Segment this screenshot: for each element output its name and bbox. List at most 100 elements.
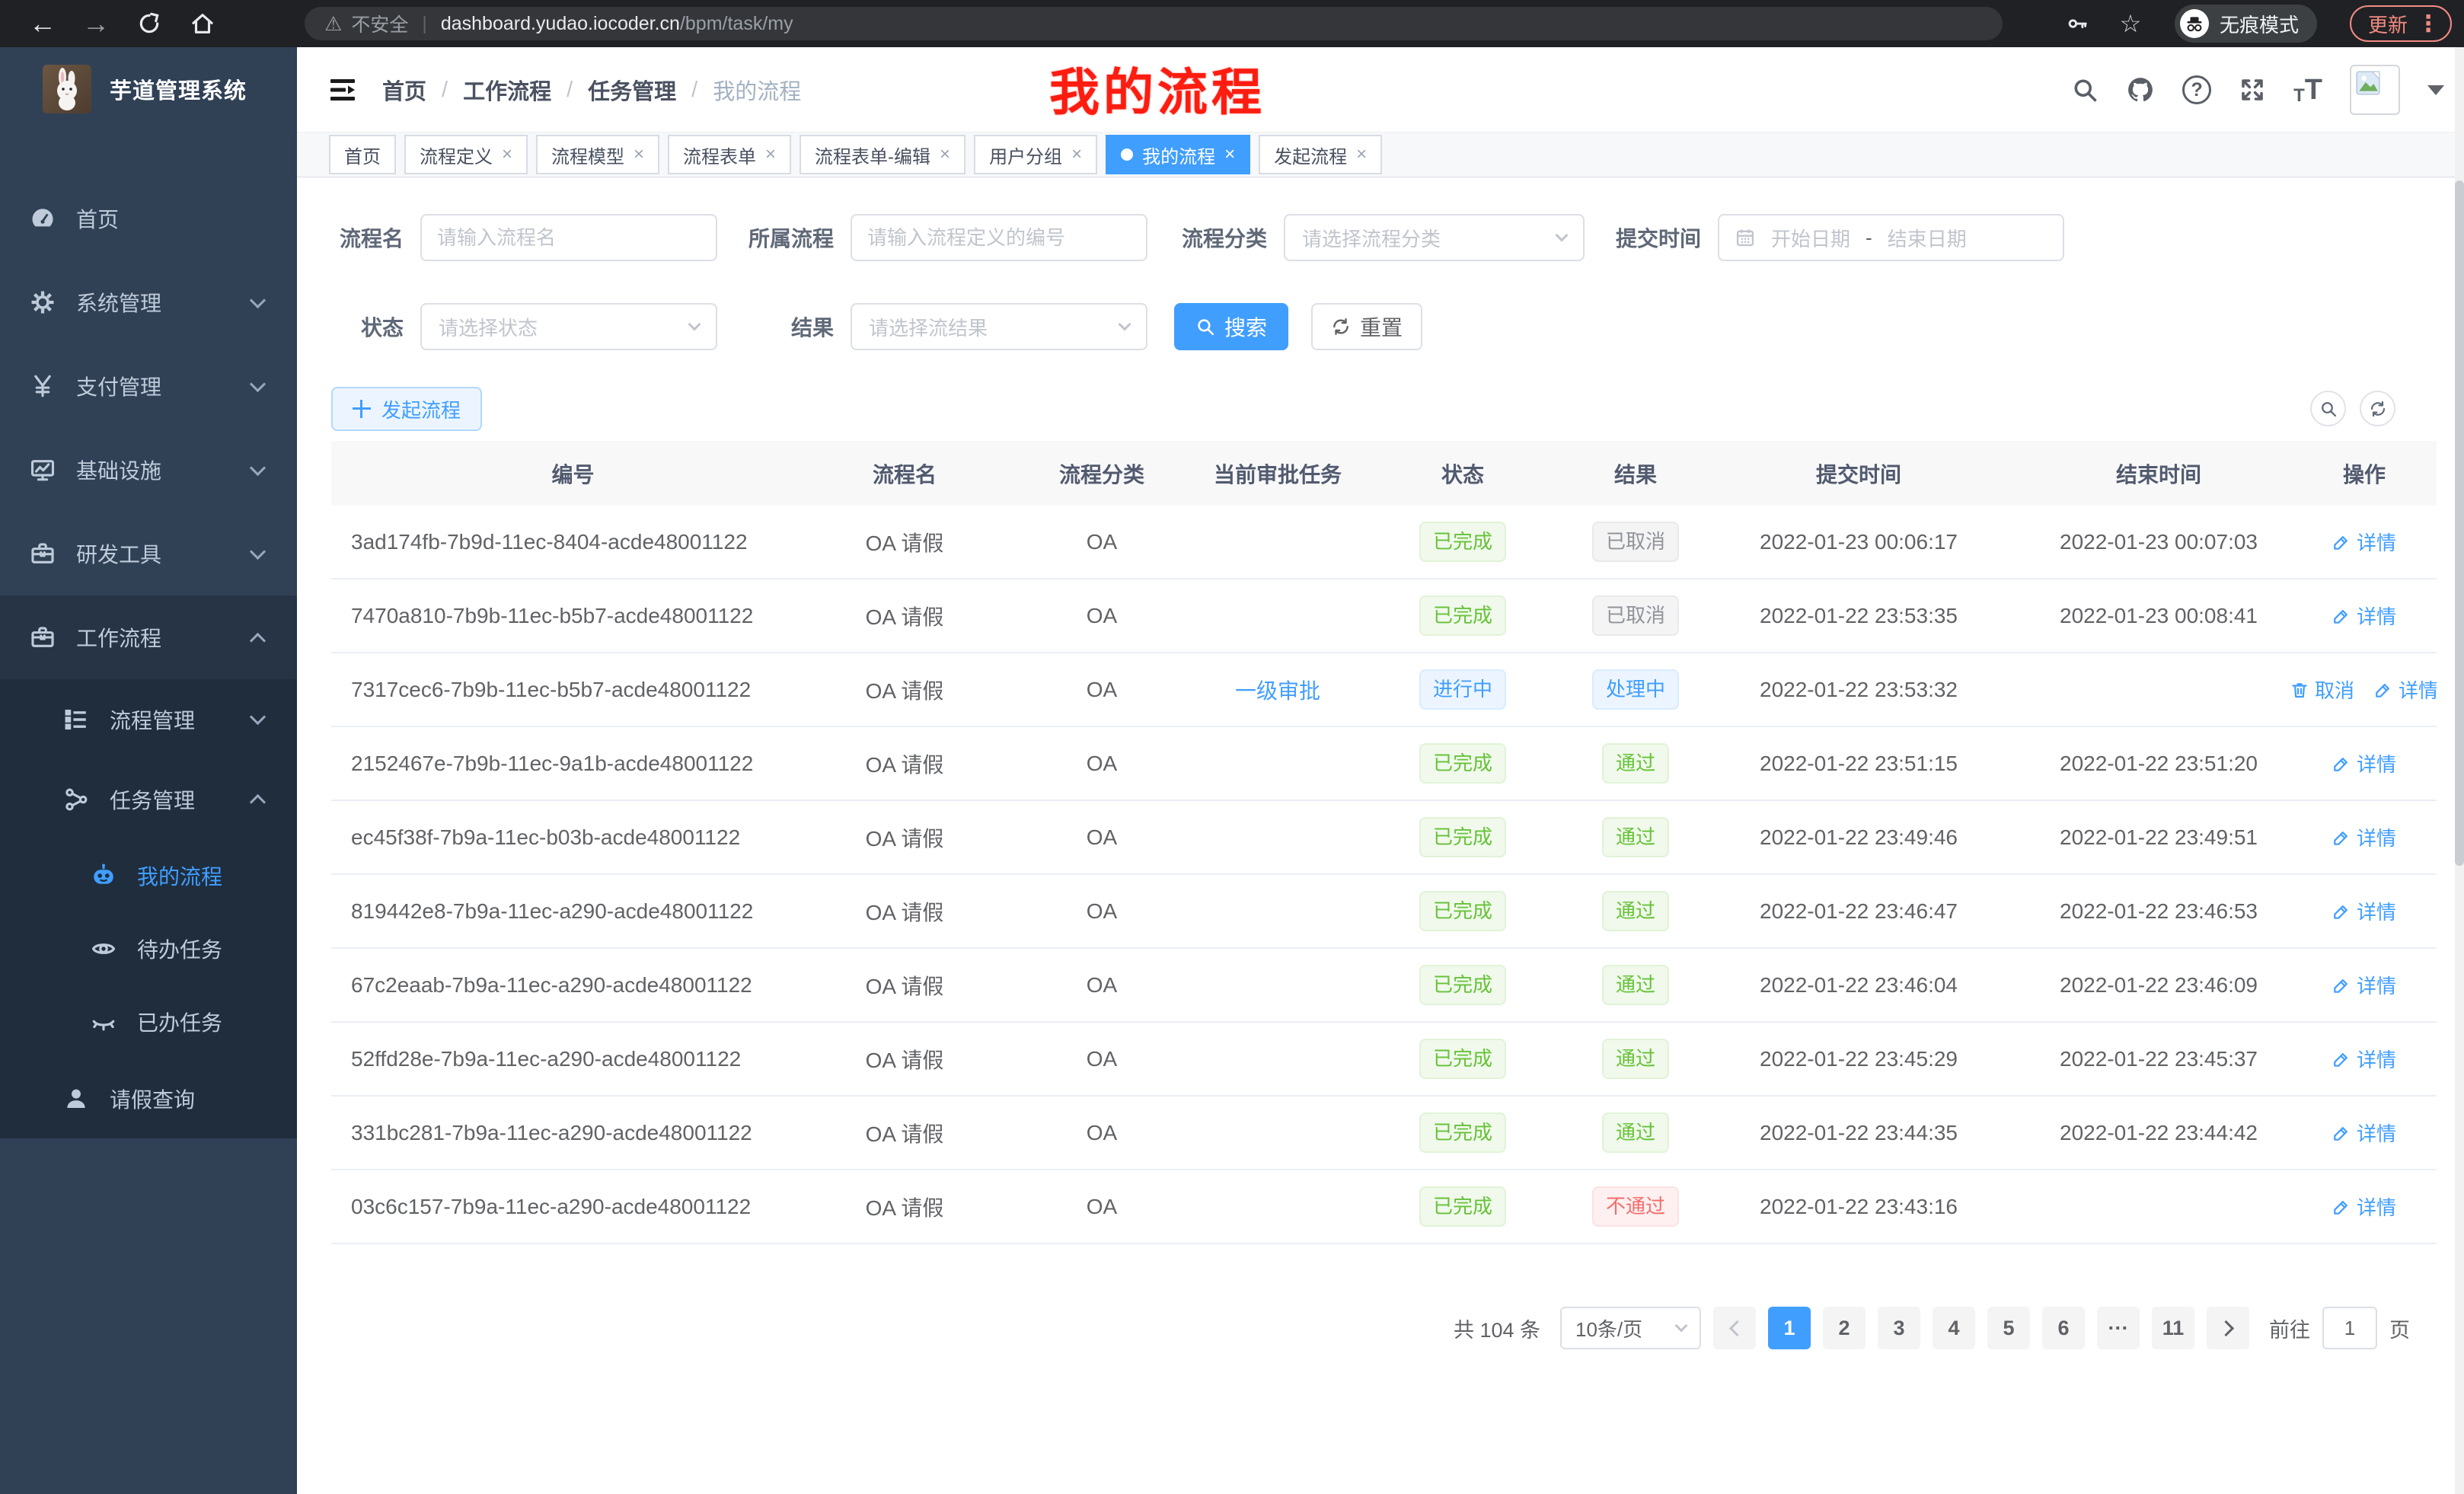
result-badge: 通过: [1602, 965, 1669, 1005]
page-button-2[interactable]: 2: [1823, 1307, 1866, 1349]
status-select[interactable]: 请选择状态: [420, 303, 717, 350]
active-tab-dot: [1121, 148, 1133, 161]
detail-link[interactable]: 详情: [2374, 675, 2437, 704]
page-button-4[interactable]: 4: [1933, 1307, 1975, 1349]
sidebar-item-工作流程[interactable]: 工作流程: [0, 595, 297, 679]
breadcrumb-item[interactable]: 首页: [382, 74, 426, 106]
app-logo[interactable]: 芋道管理系统: [0, 47, 297, 131]
tab-label: 我的流程: [1142, 142, 1215, 168]
browser-update-button[interactable]: 更新: [2350, 5, 2452, 42]
goto-page-input[interactable]: 1: [2322, 1307, 2377, 1349]
detail-link[interactable]: 详情: [2332, 1192, 2396, 1221]
page-button-3[interactable]: 3: [1878, 1307, 1920, 1349]
sidebar-item-支付管理[interactable]: 支付管理: [0, 344, 297, 428]
tab-流程表单[interactable]: 流程表单×: [668, 135, 791, 174]
detail-link[interactable]: 详情: [2332, 1119, 2396, 1147]
github-icon[interactable]: [2126, 75, 2155, 104]
result-select[interactable]: 请选择流结果: [851, 303, 1147, 350]
bookmark-star-icon[interactable]: [2109, 0, 2152, 47]
sidebar-item-label: 已办任务: [137, 1007, 222, 1037]
page-scrollbar[interactable]: [2455, 47, 2464, 1494]
refresh-table-button[interactable]: [2360, 391, 2395, 426]
update-label: 更新: [2368, 10, 2408, 38]
close-icon[interactable]: ×: [502, 145, 512, 164]
password-key-icon[interactable]: [2056, 0, 2099, 47]
tab-发起流程[interactable]: 发起流程×: [1259, 135, 1382, 174]
browser-reload-icon[interactable]: [128, 0, 171, 47]
search-button-label: 搜索: [1224, 311, 1267, 342]
start-process-button[interactable]: 发起流程: [331, 387, 482, 431]
tab-流程定义[interactable]: 流程定义×: [404, 135, 528, 174]
next-page-button[interactable]: [2207, 1307, 2249, 1349]
browser-back-icon[interactable]: [21, 0, 64, 47]
cell-current-task[interactable]: 一级审批: [1209, 675, 1346, 705]
help-icon[interactable]: [2182, 75, 2211, 104]
reset-button[interactable]: 重置: [1311, 303, 1422, 350]
close-icon[interactable]: ×: [765, 145, 776, 164]
sidebar-item-任务管理[interactable]: 任务管理: [0, 759, 297, 839]
tree-list-icon: [62, 706, 90, 733]
more-pages-button[interactable]: ···: [2097, 1307, 2140, 1349]
tab-流程模型[interactable]: 流程模型×: [536, 135, 659, 174]
table-row: 52ffd28e-7b9a-11ec-a290-acde48001122OA 请…: [331, 1023, 2437, 1097]
sidebar-item-研发工具[interactable]: 研发工具: [0, 512, 297, 595]
cancel-link[interactable]: 取消: [2292, 675, 2354, 704]
address-bar[interactable]: 不安全 | dashboard.yudao.iocoder.cn/bpm/tas…: [305, 7, 2003, 40]
sidebar-item-基础设施[interactable]: 基础设施: [0, 428, 297, 512]
scrollbar-thumb[interactable]: [2455, 180, 2464, 866]
font-size-icon[interactable]: [2293, 74, 2322, 107]
detail-link[interactable]: 详情: [2332, 749, 2396, 777]
column-header-操作: 操作: [2292, 458, 2437, 489]
page-size-select[interactable]: 10条/页: [1560, 1307, 1701, 1349]
page-button-11[interactable]: 11: [2152, 1307, 2194, 1349]
sidebar-item-流程管理[interactable]: 流程管理: [0, 679, 297, 759]
sidebar-item-首页[interactable]: 首页: [0, 177, 297, 260]
cell-process-name: OA 请假: [815, 1044, 994, 1074]
page-button-1[interactable]: 1: [1768, 1307, 1811, 1349]
show-search-toggle-button[interactable]: [2310, 391, 2346, 426]
prev-page-button[interactable]: [1713, 1307, 1756, 1349]
breadcrumb-item[interactable]: 任务管理: [588, 74, 676, 106]
detail-link[interactable]: 详情: [2332, 1045, 2396, 1073]
sidebar-collapse-icon[interactable]: [326, 73, 359, 107]
browser-home-icon[interactable]: [181, 0, 224, 47]
parent-process-input[interactable]: [851, 214, 1147, 261]
header-search-icon[interactable]: [2071, 76, 2099, 104]
browser-menu-kebab-icon[interactable]: [2417, 11, 2440, 37]
close-icon[interactable]: ×: [1224, 145, 1235, 164]
detail-link[interactable]: 详情: [2332, 528, 2396, 556]
breadcrumb-item[interactable]: 工作流程: [463, 74, 551, 106]
avatar-caret-icon[interactable]: [2427, 85, 2444, 104]
detail-link[interactable]: 详情: [2332, 971, 2396, 999]
page-button-5[interactable]: 5: [1987, 1307, 2030, 1349]
submit-time-range-picker[interactable]: 开始日期 - 结束日期: [1718, 214, 2064, 261]
process-name-input[interactable]: [420, 214, 717, 261]
cell-end-time: 2022-01-22 23:45:37: [2025, 1047, 2292, 1071]
avatar[interactable]: [2350, 65, 2400, 115]
close-icon[interactable]: ×: [1356, 145, 1367, 164]
sidebar-item-我的流程[interactable]: 我的流程: [0, 839, 297, 912]
search-button[interactable]: 搜索: [1174, 303, 1288, 350]
chevron-down-icon: [250, 292, 266, 308]
sidebar-item-系统管理[interactable]: 系统管理: [0, 260, 297, 344]
tab-流程表单-编辑[interactable]: 流程表单-编辑×: [800, 135, 965, 174]
detail-link[interactable]: 详情: [2332, 897, 2396, 925]
category-select[interactable]: 请选择流程分类: [1284, 214, 1585, 261]
page-button-6[interactable]: 6: [2042, 1307, 2085, 1349]
action-label: 详情: [2357, 528, 2396, 556]
close-icon[interactable]: ×: [940, 145, 950, 164]
sidebar-item-已办任务[interactable]: 已办任务: [0, 985, 297, 1058]
browser-forward-icon[interactable]: [75, 0, 117, 47]
sidebar-item-label: 工作流程: [76, 622, 161, 653]
detail-link[interactable]: 详情: [2332, 823, 2396, 851]
tab-我的流程[interactable]: 我的流程 ×: [1106, 135, 1250, 174]
tab-用户分组[interactable]: 用户分组×: [974, 135, 1097, 174]
close-icon[interactable]: ×: [634, 145, 644, 164]
close-icon[interactable]: ×: [1071, 145, 1082, 164]
page-size-value: 10条/页: [1575, 1314, 1642, 1342]
detail-link[interactable]: 详情: [2332, 602, 2396, 630]
fullscreen-icon[interactable]: [2239, 76, 2266, 104]
sidebar-item-请假查询[interactable]: 请假查询: [0, 1058, 297, 1138]
tab-首页[interactable]: 首页: [329, 135, 396, 174]
sidebar-item-待办任务[interactable]: 待办任务: [0, 912, 297, 985]
